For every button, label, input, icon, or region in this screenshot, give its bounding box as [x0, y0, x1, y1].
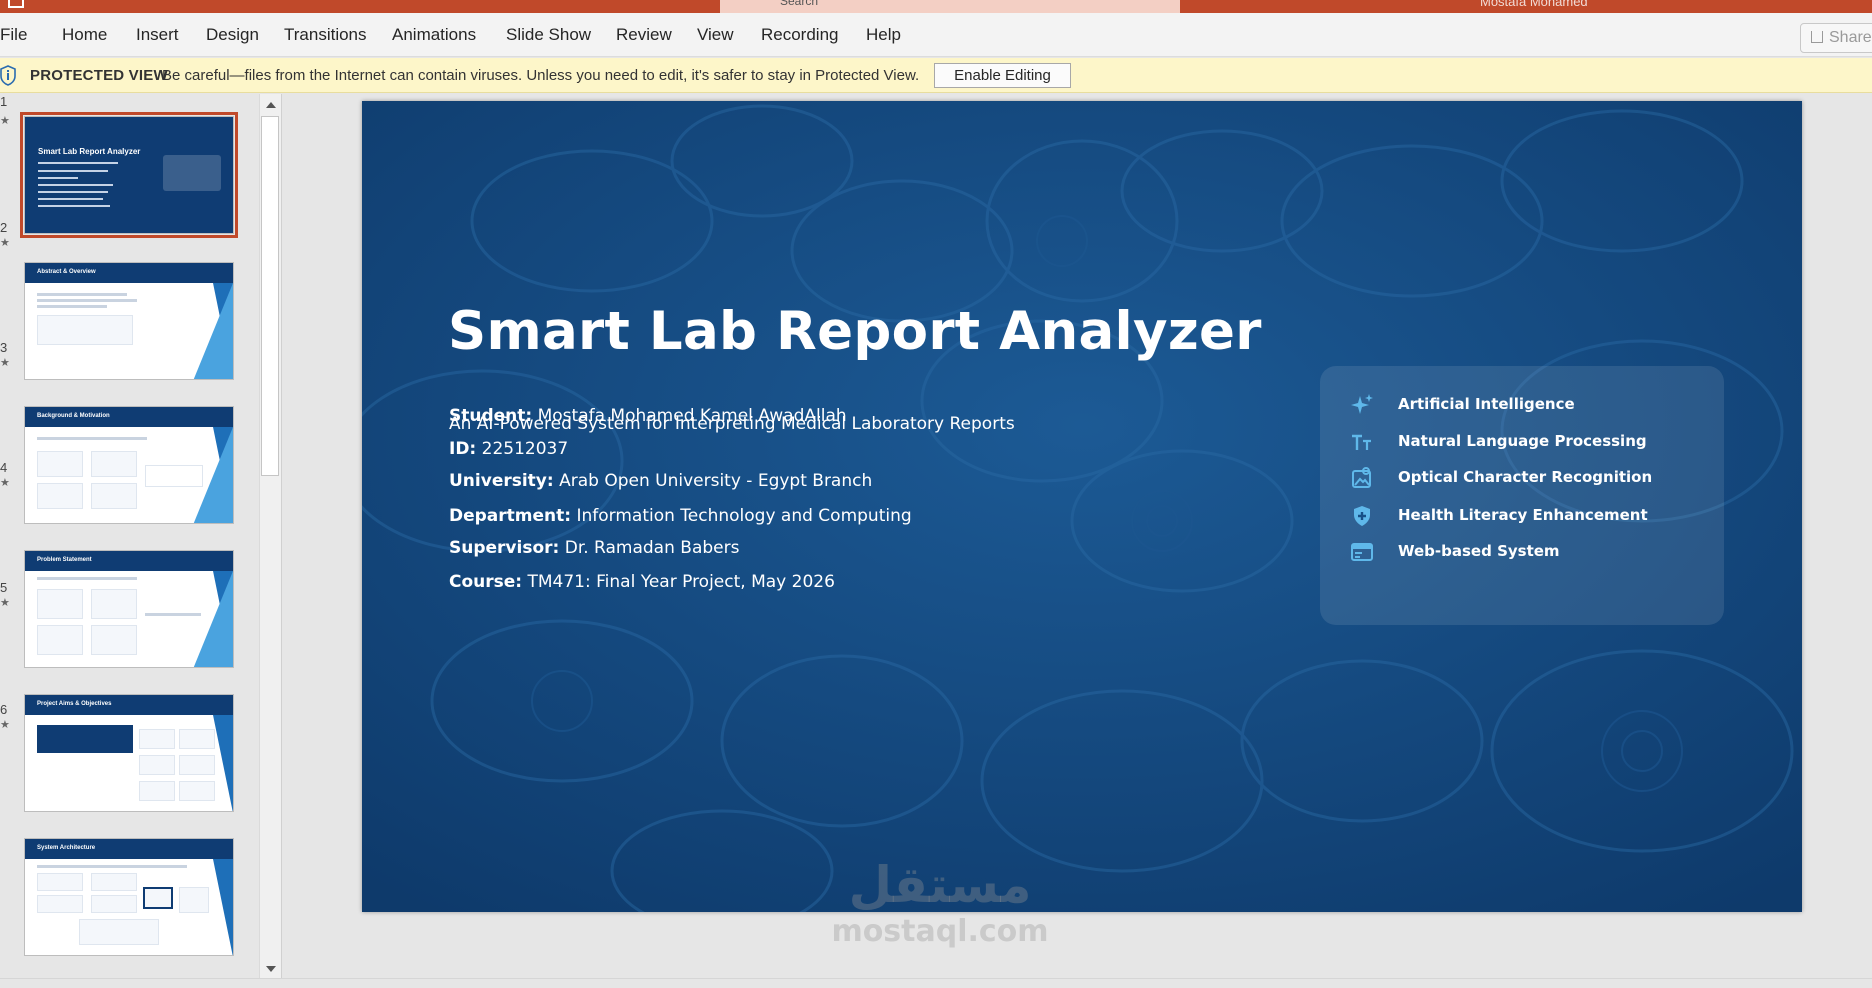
scrollbar-thumb[interactable]	[261, 116, 279, 476]
slide-number: 3	[0, 340, 8, 355]
tab-view[interactable]: View	[697, 25, 734, 45]
field-value: TM471: Final Year Project, May 2026	[527, 572, 835, 592]
slide-thumbnail-3[interactable]: Background & Motivation	[24, 406, 234, 524]
watermark-latin: mostaql.com	[831, 914, 1049, 949]
powerpoint-window: Search Mostafa Mohamed File Home Insert …	[0, 0, 1872, 988]
protected-view-message: Be careful—files from the Internet can c…	[162, 67, 920, 84]
scroll-down-arrow-icon[interactable]	[266, 966, 276, 972]
animation-star-icon: ★	[0, 115, 10, 127]
feature-label: Web-based System	[1398, 542, 1560, 560]
field-label: University:	[449, 471, 554, 491]
thumbnail-scrollbar[interactable]	[259, 94, 281, 980]
tab-slide-show[interactable]: Slide Show	[506, 25, 591, 45]
search-placeholder: Search	[780, 0, 819, 8]
text-size-icon	[1352, 434, 1371, 450]
field-value: Arab Open University - Egypt Branch	[559, 471, 873, 491]
shield-info-icon	[0, 65, 16, 86]
field-value: 22512037	[481, 439, 569, 459]
animation-star-icon: ★	[0, 477, 10, 489]
slide-thumbnail-4[interactable]: Problem Statement	[24, 550, 234, 668]
slide-number: 6	[0, 702, 8, 717]
student-field[interactable]: Student: Mostafa Mohamed Kamel AwadAllah	[449, 406, 847, 426]
slide-title[interactable]: Smart Lab Report Analyzer	[448, 301, 1262, 362]
shield-plus-icon	[1354, 506, 1370, 526]
field-label: Course:	[449, 572, 523, 592]
animation-star-icon: ★	[0, 597, 10, 609]
thumbnail-title: Problem Statement	[37, 557, 92, 563]
thumbnail-title: Project Aims & Objectives	[37, 701, 112, 707]
feature-label: Natural Language Processing	[1398, 432, 1647, 450]
slide-number: 5	[0, 580, 8, 595]
thumbnail-title: Smart Lab Report Analyzer	[38, 147, 141, 156]
share-label: Share	[1829, 29, 1872, 46]
department-field[interactable]: Department: Information Technology and C…	[449, 506, 912, 526]
field-label: Student:	[449, 406, 533, 426]
search-box[interactable]: Search	[720, 0, 1180, 13]
tab-help[interactable]: Help	[866, 25, 901, 45]
field-value: Dr. Ramadan Babers	[564, 538, 740, 558]
tab-home[interactable]: Home	[62, 25, 107, 45]
field-label: Department:	[449, 506, 572, 526]
share-button[interactable]: Share	[1800, 23, 1872, 53]
feature-label: Health Literacy Enhancement	[1398, 506, 1648, 524]
tab-file[interactable]: File	[0, 25, 27, 45]
slide-thumbnail-pane: 1 ★ Smart Lab Report Analyzer 2 ★ Abstra…	[0, 94, 282, 988]
watermark-arabic: مستقل	[848, 856, 1032, 914]
animation-star-icon: ★	[0, 357, 10, 369]
tab-design[interactable]: Design	[206, 25, 259, 45]
slide-thumbnail-1[interactable]: Smart Lab Report Analyzer	[20, 112, 238, 238]
field-value: Information Technology and Computing	[576, 506, 912, 526]
feature-label: Artificial Intelligence	[1398, 395, 1575, 413]
image-scan-icon	[1352, 467, 1371, 488]
enable-editing-button[interactable]: Enable Editing	[934, 63, 1071, 88]
thumbnail-title: System Architecture	[37, 845, 96, 851]
field-value: Mostafa Mohamed Kamel AwadAllah	[537, 406, 847, 426]
mostaql-watermark: مستقل mostaql.com	[820, 855, 1060, 949]
status-bar	[0, 978, 1872, 988]
tab-animations[interactable]: Animations	[392, 25, 476, 45]
slide-number: 1	[0, 94, 8, 109]
slide-number: 4	[0, 460, 8, 475]
protected-view-bar: PROTECTED VIEW Be careful—files from the…	[0, 58, 1872, 93]
animation-star-icon: ★	[0, 719, 10, 731]
university-field[interactable]: University: Arab Open University - Egypt…	[449, 471, 872, 491]
thumbnail-title: Background & Motivation	[37, 413, 110, 419]
slide-number: 2	[0, 220, 8, 235]
tab-review[interactable]: Review	[616, 25, 672, 45]
user-name[interactable]: Mostafa Mohamed	[1480, 0, 1588, 9]
slide-thumbnail-6[interactable]: System Architecture	[24, 838, 234, 956]
save-icon[interactable]	[8, 0, 24, 8]
tab-transitions[interactable]: Transitions	[284, 25, 367, 45]
ribbon-tabs: File Home Insert Design Transitions Anim…	[0, 13, 1872, 57]
animation-star-icon: ★	[0, 237, 10, 249]
share-icon	[1811, 31, 1823, 43]
course-field[interactable]: Course: TM471: Final Year Project, May 2…	[449, 572, 835, 592]
feature-label: Optical Character Recognition	[1398, 468, 1653, 486]
id-field[interactable]: ID: 22512037	[449, 439, 568, 459]
scroll-up-arrow-icon[interactable]	[266, 102, 276, 108]
tab-recording[interactable]: Recording	[761, 25, 839, 45]
slide-thumbnail-2[interactable]: Abstract & Overview	[24, 262, 234, 380]
slide-canvas[interactable]: Smart Lab Report Analyzer An AI-Powered …	[362, 101, 1802, 912]
title-bar: Search Mostafa Mohamed	[0, 0, 1872, 13]
thumbnail-title: Abstract & Overview	[37, 269, 96, 275]
protected-view-label: PROTECTED VIEW	[30, 67, 168, 84]
supervisor-field[interactable]: Supervisor: Dr. Ramadan Babers	[449, 538, 739, 558]
browser-window-icon	[1351, 543, 1373, 561]
field-label: ID:	[449, 439, 477, 459]
sparkle-icon	[1351, 394, 1373, 414]
field-label: Supervisor:	[449, 538, 560, 558]
slide-thumbnail-5[interactable]: Project Aims & Objectives	[24, 694, 234, 812]
feature-card[interactable]: Artificial Intelligence Natural Language…	[1320, 366, 1724, 625]
tab-insert[interactable]: Insert	[136, 25, 179, 45]
